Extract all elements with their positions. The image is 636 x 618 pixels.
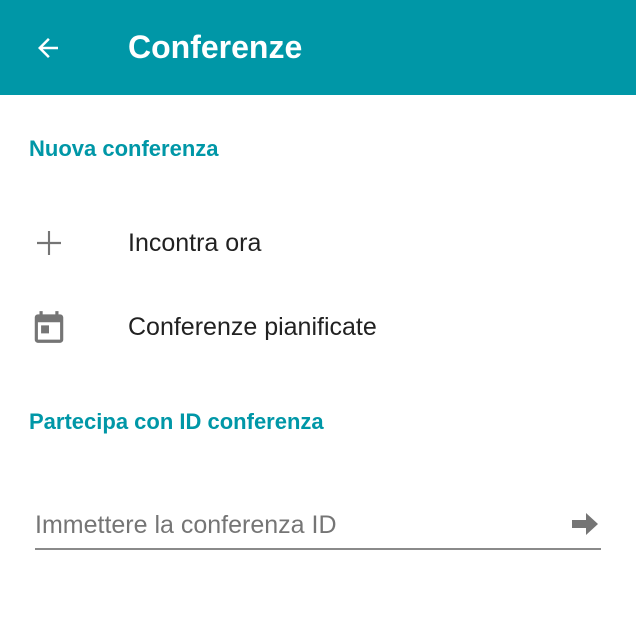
scheduled-conferences-label: Conferenze pianificate	[128, 313, 377, 341]
meet-now-label: Incontra ora	[128, 229, 262, 257]
back-button[interactable]	[22, 22, 74, 74]
calendar-icon	[28, 306, 70, 348]
arrow-right-icon	[572, 513, 598, 535]
arrow-left-icon	[38, 38, 58, 58]
conference-id-field	[35, 502, 601, 550]
scheduled-conferences-item[interactable]: Conferenze pianificate	[0, 285, 636, 369]
input-underline	[35, 548, 601, 550]
join-conference-button[interactable]	[567, 508, 603, 540]
conference-id-input[interactable]	[35, 502, 555, 548]
app-bar: Conferenze	[0, 0, 636, 95]
section-header-new-conference: Nuova conferenza	[29, 136, 219, 161]
meet-now-item[interactable]: Incontra ora	[0, 201, 636, 285]
section-header-join-by-id: Partecipa con ID conferenza	[29, 409, 324, 434]
plus-icon	[28, 222, 70, 264]
page-title: Conferenze	[128, 29, 303, 65]
